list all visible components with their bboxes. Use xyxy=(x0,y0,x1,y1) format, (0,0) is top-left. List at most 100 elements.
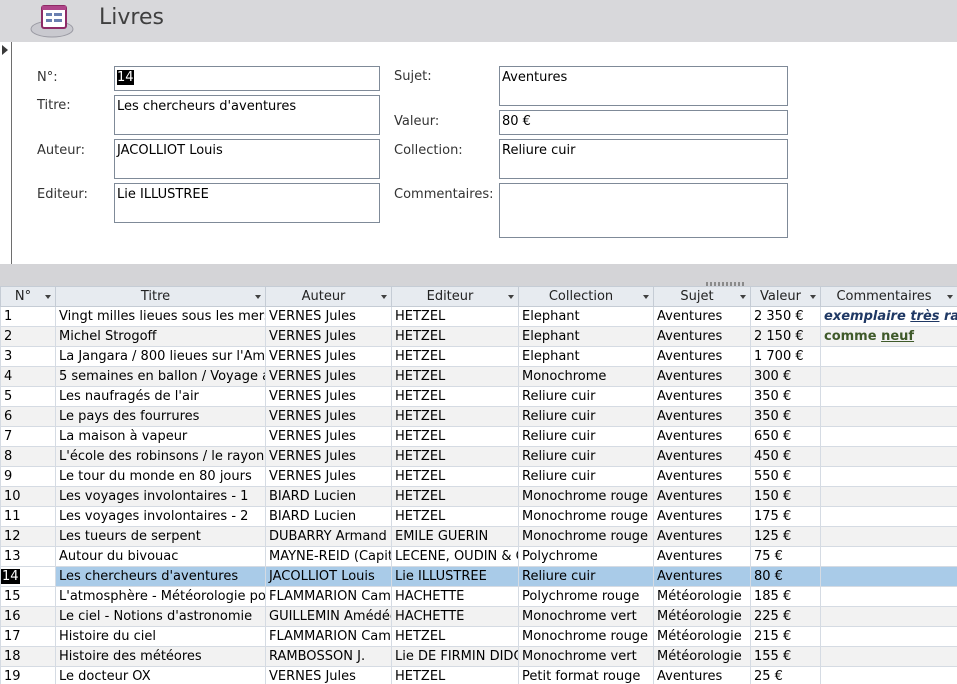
cell-collection[interactable]: Polychrome rouge xyxy=(518,586,654,607)
table-row[interactable]: 13Autour du bivouacMAYNE-REID (Capitaine… xyxy=(0,546,957,567)
cell-num[interactable]: 15 xyxy=(0,586,56,607)
cell-titre[interactable]: Histoire du ciel xyxy=(55,626,266,647)
dropdown-arrow-icon[interactable] xyxy=(508,295,514,299)
cell-commentaires[interactable] xyxy=(820,486,957,507)
dropdown-arrow-icon[interactable] xyxy=(947,295,953,299)
cell-collection[interactable]: Reliure cuir xyxy=(518,426,654,447)
cell-commentaires[interactable] xyxy=(820,526,957,547)
cell-sujet[interactable]: Aventures xyxy=(653,546,751,567)
cell-sujet[interactable]: Météorologie xyxy=(653,606,751,627)
cell-valeur[interactable]: 25 € xyxy=(750,666,821,684)
cell-valeur[interactable]: 350 € xyxy=(750,386,821,407)
cell-commentaires[interactable] xyxy=(820,466,957,487)
cell-sujet[interactable]: Aventures xyxy=(653,466,751,487)
cell-commentaires[interactable] xyxy=(820,386,957,407)
commentaires-field[interactable] xyxy=(499,183,788,238)
cell-titre[interactable]: Les voyages involontaires - 1 xyxy=(55,486,266,507)
cell-titre[interactable]: Vingt milles lieues sous les mers xyxy=(55,306,266,327)
cell-titre[interactable]: Le pays des fourrures xyxy=(55,406,266,427)
cell-auteur[interactable]: VERNES Jules xyxy=(265,466,392,487)
cell-collection[interactable]: Reliure cuir xyxy=(518,566,654,587)
cell-editeur[interactable]: HETZEL xyxy=(391,466,519,487)
cell-num[interactable]: 12 xyxy=(0,526,56,547)
cell-collection[interactable]: Petit format rouge xyxy=(518,666,654,684)
cell-num[interactable]: 6 xyxy=(0,406,56,427)
cell-editeur[interactable]: HETZEL xyxy=(391,326,519,347)
cell-commentaires[interactable] xyxy=(820,426,957,447)
cell-num[interactable]: 18 xyxy=(0,646,56,667)
cell-valeur[interactable]: 75 € xyxy=(750,546,821,567)
cell-sujet[interactable]: Aventures xyxy=(653,486,751,507)
table-row[interactable]: 16 Le ciel - Notions d'astronomie GUILLEMI… xyxy=(0,606,957,627)
cell-valeur[interactable]: 150 € xyxy=(750,486,821,507)
cell-editeur[interactable]: HETZEL xyxy=(391,446,519,467)
col-header-commentaires[interactable]: Commentaires xyxy=(820,286,957,307)
cell-editeur[interactable]: HETZEL xyxy=(391,626,519,647)
cell-valeur[interactable]: 2 150 € xyxy=(750,326,821,347)
dropdown-arrow-icon[interactable] xyxy=(810,295,816,299)
table-row[interactable]: 12 Les tueurs de serpent DUBARRY Armand EMI… xyxy=(0,526,957,547)
cell-auteur[interactable]: FLAMMARION Camille xyxy=(265,626,392,647)
cell-sujet[interactable]: Aventures xyxy=(653,406,751,427)
auteur-field[interactable]: JACOLLIOT Louis xyxy=(114,139,380,179)
cell-commentaires[interactable] xyxy=(820,606,957,627)
cell-commentaires[interactable] xyxy=(820,666,957,684)
col-header-titre[interactable]: Titre xyxy=(55,286,266,307)
cell-auteur[interactable]: JACOLLIOT Louis xyxy=(265,566,392,587)
table-row[interactable]: 10 Les voyages involontaires - 1 BIARD Luc… xyxy=(0,486,957,507)
cell-sujet[interactable]: Aventures xyxy=(653,366,751,387)
cell-collection[interactable]: Monochrome vert xyxy=(518,606,654,627)
dropdown-arrow-icon[interactable] xyxy=(740,295,746,299)
cell-titre[interactable]: La maison à vapeur xyxy=(55,426,266,447)
table-row[interactable]: 3La Jangara / 800 lieues sur l'AmazoneVE… xyxy=(0,346,957,367)
cell-auteur[interactable]: VERNES Jules xyxy=(265,426,392,447)
cell-editeur[interactable]: HETZEL xyxy=(391,486,519,507)
cell-num[interactable]: 8 xyxy=(0,446,56,467)
editeur-field[interactable]: Lie ILLUSTREE xyxy=(114,183,380,223)
cell-num[interactable]: 13 xyxy=(0,546,56,567)
cell-collection[interactable]: Elephant xyxy=(518,306,654,327)
cell-valeur[interactable]: 175 € xyxy=(750,506,821,527)
cell-commentaires[interactable] xyxy=(820,346,957,367)
table-row[interactable]: 14 Les chercheurs d'aventures JACOLLIOT Lo… xyxy=(0,566,957,587)
cell-editeur[interactable]: HETZEL xyxy=(391,346,519,367)
table-row[interactable]: 8L'école des robinsons / le rayon vertVE… xyxy=(0,446,957,467)
cell-commentaires[interactable] xyxy=(820,366,957,387)
cell-sujet[interactable]: Météorologie xyxy=(653,626,751,647)
table-row[interactable]: 7 La maison à vapeur VERNES Jules HETZEL Rel… xyxy=(0,426,957,447)
cell-titre[interactable]: Michel Strogoff xyxy=(55,326,266,347)
cell-sujet[interactable]: Aventures xyxy=(653,446,751,467)
cell-collection[interactable]: Reliure cuir xyxy=(518,386,654,407)
cell-num[interactable]: 19 xyxy=(0,666,56,684)
cell-titre[interactable]: L'atmosphère - Météorologie populaire xyxy=(55,586,266,607)
cell-titre[interactable]: Les chercheurs d'aventures xyxy=(55,566,266,587)
collection-field[interactable]: Reliure cuir xyxy=(499,139,788,179)
cell-commentaires[interactable] xyxy=(820,626,957,647)
cell-collection[interactable]: Polychrome xyxy=(518,546,654,567)
dropdown-arrow-icon[interactable] xyxy=(381,295,387,299)
cell-num[interactable]: 7 xyxy=(0,426,56,447)
table-row[interactable]: 11 Les voyages involontaires - 2 BIARD Luc… xyxy=(0,506,957,527)
cell-auteur[interactable]: VERNES Jules xyxy=(265,326,392,347)
cell-auteur[interactable]: BIARD Lucien xyxy=(265,486,392,507)
cell-valeur[interactable]: 80 € xyxy=(750,566,821,587)
cell-collection[interactable]: Reliure cuir xyxy=(518,446,654,467)
cell-titre[interactable]: La Jangara / 800 lieues sur l'Amazone xyxy=(55,346,266,367)
cell-valeur[interactable]: 125 € xyxy=(750,526,821,547)
dropdown-arrow-icon[interactable] xyxy=(255,295,261,299)
dropdown-arrow-icon[interactable] xyxy=(45,295,51,299)
cell-auteur[interactable]: VERNES Jules xyxy=(265,306,392,327)
cell-commentaires[interactable] xyxy=(820,646,957,667)
cell-auteur[interactable]: VERNES Jules xyxy=(265,366,392,387)
cell-collection[interactable]: Monochrome rouge xyxy=(518,626,654,647)
cell-auteur[interactable]: FLAMMARION Camille xyxy=(265,586,392,607)
cell-sujet[interactable]: Aventures xyxy=(653,306,751,327)
cell-sujet[interactable]: Météorologie xyxy=(653,646,751,667)
cell-sujet[interactable]: Aventures xyxy=(653,566,751,587)
cell-num[interactable]: 1 xyxy=(0,306,56,327)
cell-editeur[interactable]: HETZEL xyxy=(391,506,519,527)
titre-field[interactable]: Les chercheurs d'aventures xyxy=(114,95,380,135)
cell-titre[interactable]: Le ciel - Notions d'astronomie xyxy=(55,606,266,627)
split-form-bar[interactable] xyxy=(0,264,957,286)
col-header-editeur[interactable]: Editeur xyxy=(391,286,519,307)
